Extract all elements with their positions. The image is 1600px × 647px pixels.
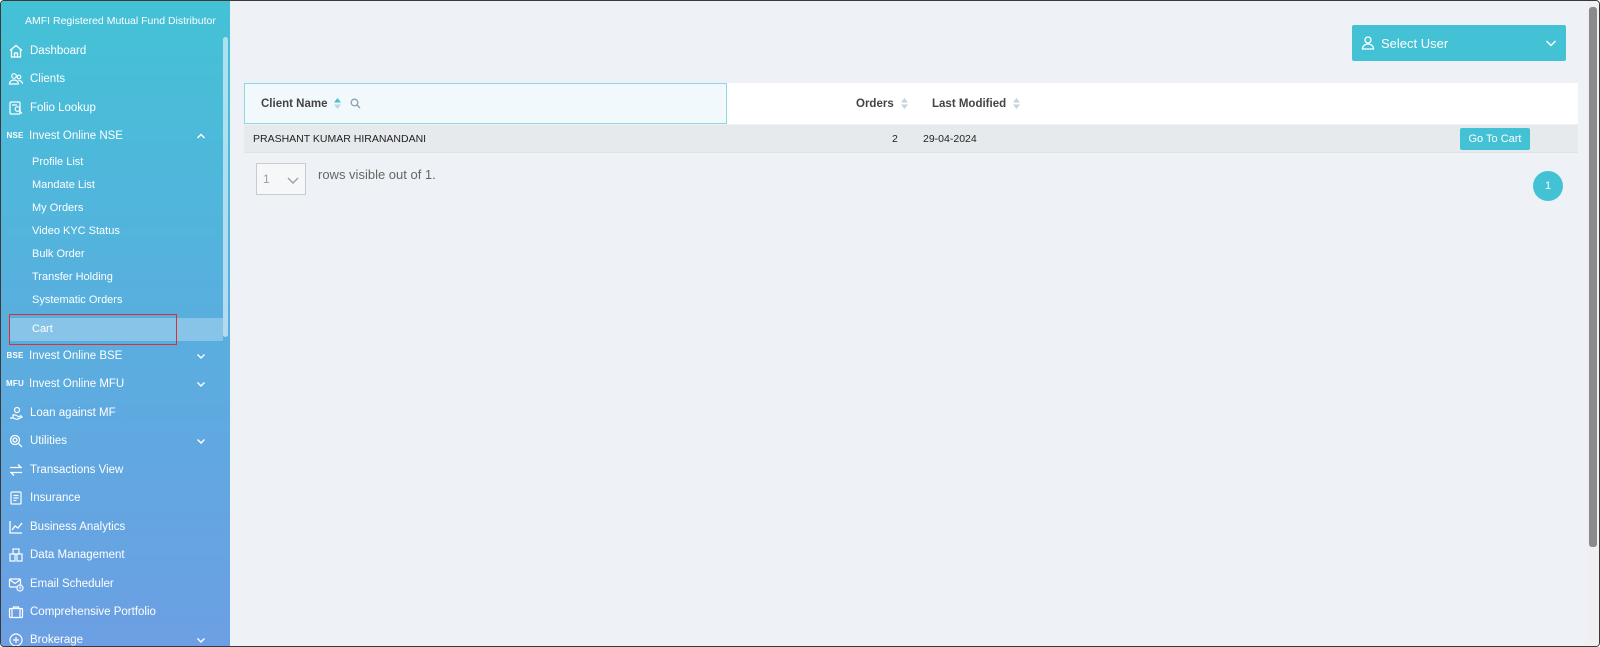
sort-icon[interactable] xyxy=(900,97,909,110)
subitem-transfer-holding[interactable]: Transfer Holding xyxy=(1,266,223,289)
sidebar-item-business-analytics[interactable]: Business Analytics xyxy=(1,512,223,541)
subitem-bulk-order[interactable]: Bulk Order xyxy=(1,243,223,266)
sidebar-item-data-management[interactable]: Data Management xyxy=(1,540,223,569)
main-content: Select User Client Name Orders Last Modi… xyxy=(230,1,1589,646)
sidebar-item-utilities[interactable]: Utilities xyxy=(1,426,223,455)
select-user-label: Select User xyxy=(1381,35,1449,51)
subitem-mandate-list[interactable]: Mandate List xyxy=(1,174,223,197)
chevron-down-icon xyxy=(1545,40,1557,47)
sidebar: AMFI Registered Mutual Fund Distributor … xyxy=(1,1,230,646)
sidebar-item-dashboard[interactable]: Dashboard xyxy=(1,36,223,65)
chevron-down-icon xyxy=(287,177,299,184)
column-header-orders[interactable]: Orders xyxy=(856,83,909,124)
brokerage-icon xyxy=(2,632,30,646)
subitem-my-orders[interactable]: My Orders xyxy=(1,197,223,220)
sidebar-scrollbar[interactable] xyxy=(223,37,228,337)
sidebar-item-transactions-view[interactable]: Transactions View xyxy=(1,455,223,484)
sort-ascending-icon[interactable] xyxy=(333,97,342,110)
chevron-down-icon xyxy=(193,436,209,446)
sidebar-item-insurance[interactable]: Insurance xyxy=(1,483,223,512)
column-header-client-name[interactable]: Client Name xyxy=(244,83,727,124)
transfer-arrows-icon xyxy=(2,462,30,478)
cell-last-modified: 29-04-2024 xyxy=(923,133,977,145)
rows-per-page-select[interactable]: 1 xyxy=(256,163,306,195)
chevron-down-icon xyxy=(193,635,209,645)
sidebar-item-invest-online-nse[interactable]: NSE Invest Online NSE xyxy=(1,121,223,150)
table-row: PRASHANT KUMAR HIRANANDANI 2 29-04-2024 … xyxy=(244,125,1578,153)
bse-tag: BSE xyxy=(6,351,24,360)
column-header-last-modified[interactable]: Last Modified xyxy=(932,83,1021,124)
clients-icon xyxy=(2,71,30,87)
nse-tag: NSE xyxy=(6,131,24,140)
sidebar-item-comprehensive-portfolio[interactable]: Comprehensive Portfolio xyxy=(1,597,223,626)
search-icon[interactable] xyxy=(350,98,361,109)
rows-visible-text: rows visible out of 1. xyxy=(318,167,436,182)
sidebar-item-invest-online-mfu[interactable]: MFU Invest Online MFU xyxy=(1,369,223,398)
user-icon xyxy=(1361,36,1375,50)
sidebar-item-clients[interactable]: Clients xyxy=(1,64,223,93)
app-window: AMFI Registered Mutual Fund Distributor … xyxy=(0,0,1600,647)
loan-icon xyxy=(2,405,30,421)
data-management-icon xyxy=(2,547,30,563)
chevron-down-icon xyxy=(193,379,209,389)
window-scrollbar[interactable] xyxy=(1587,1,1599,646)
sidebar-item-brokerage[interactable]: Brokerage xyxy=(1,625,223,646)
brand-title: AMFI Registered Mutual Fund Distributor xyxy=(25,15,216,27)
select-user-dropdown[interactable]: Select User xyxy=(1352,25,1566,61)
subitem-profile-list[interactable]: Profile List xyxy=(1,151,223,174)
portfolio-briefcase-icon xyxy=(2,604,30,620)
insurance-icon xyxy=(2,490,30,506)
chevron-down-icon xyxy=(193,351,209,361)
email-scheduler-icon xyxy=(2,576,30,592)
mfu-tag: MFU xyxy=(6,379,24,388)
folio-lookup-icon xyxy=(2,100,30,116)
scrollbar-thumb[interactable] xyxy=(1589,7,1597,547)
subitem-systematic-orders[interactable]: Systematic Orders xyxy=(1,289,223,312)
sort-icon[interactable] xyxy=(1012,97,1021,110)
subitem-video-kyc-status[interactable]: Video KYC Status xyxy=(1,220,223,243)
rows-per-page-value: 1 xyxy=(263,172,270,186)
analytics-chart-icon xyxy=(2,519,30,535)
home-icon xyxy=(2,43,30,59)
sidebar-item-email-scheduler[interactable]: Email Scheduler xyxy=(1,569,223,598)
go-to-cart-button[interactable]: Go To Cart xyxy=(1460,128,1530,150)
page-button-1[interactable]: 1 xyxy=(1533,171,1563,201)
cell-client-name: PRASHANT KUMAR HIRANANDANI xyxy=(253,133,427,145)
sidebar-item-loan-against-mf[interactable]: Loan against MF xyxy=(1,398,223,427)
utilities-icon xyxy=(2,433,30,449)
sidebar-item-invest-online-bse[interactable]: BSE Invest Online BSE xyxy=(1,341,223,370)
chevron-up-icon xyxy=(193,131,209,141)
sidebar-item-folio-lookup[interactable]: Folio Lookup xyxy=(1,93,223,122)
table-header: Client Name Orders Last Modified xyxy=(244,83,1578,124)
cell-orders: 2 xyxy=(892,133,898,145)
